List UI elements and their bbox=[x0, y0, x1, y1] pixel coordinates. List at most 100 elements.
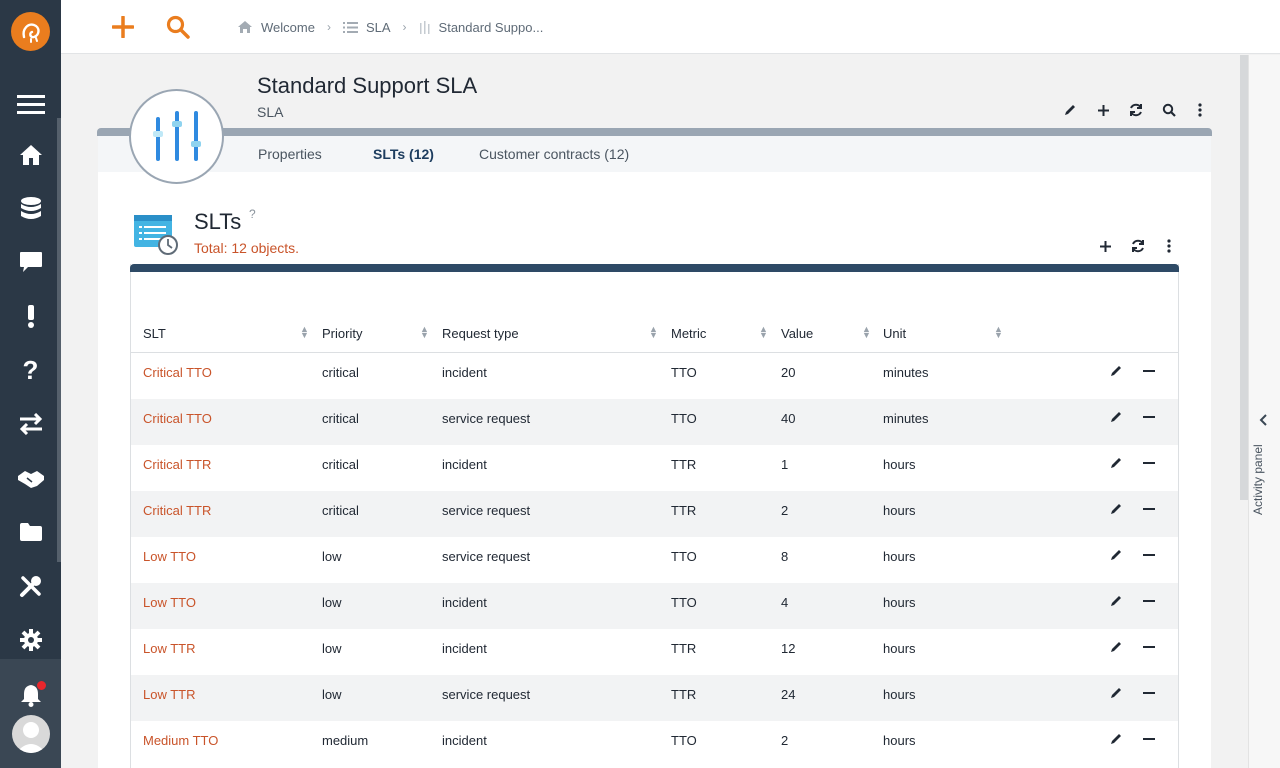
slt-link[interactable]: Low TTR bbox=[143, 641, 196, 656]
settings-icon[interactable] bbox=[0, 620, 61, 660]
tools-icon[interactable] bbox=[0, 566, 61, 606]
sort-icon[interactable]: ▲ ▼ bbox=[649, 325, 658, 340]
global-search-icon[interactable] bbox=[162, 11, 194, 43]
list-more-menu-icon[interactable] bbox=[1157, 234, 1181, 258]
column-header-request-type[interactable]: Request type bbox=[442, 326, 519, 341]
slt-link[interactable]: Low TTR bbox=[143, 687, 196, 702]
chevron-right-icon: › bbox=[326, 20, 331, 34]
priority-cell: low bbox=[322, 595, 342, 610]
value-cell: 20 bbox=[781, 365, 796, 380]
table-row: Low TTO low service request TTO 8 hours bbox=[131, 537, 1178, 583]
metric-cell: TTR bbox=[671, 503, 697, 518]
refresh-icon[interactable] bbox=[1124, 98, 1148, 122]
edit-object-pencil-icon[interactable] bbox=[1058, 98, 1082, 122]
activity-panel[interactable]: Activity panel bbox=[1248, 55, 1280, 768]
transfer-icon[interactable] bbox=[0, 404, 61, 444]
edit-pencil-icon[interactable] bbox=[1109, 594, 1123, 613]
tab-customer-contracts[interactable]: Customer contracts (12) bbox=[479, 146, 629, 162]
sort-icon[interactable]: ▲ ▼ bbox=[759, 325, 768, 340]
remove-minus-icon[interactable] bbox=[1142, 456, 1156, 475]
slt-link[interactable]: Low TTO bbox=[143, 549, 196, 564]
slt-link[interactable]: Critical TTR bbox=[143, 457, 211, 472]
slt-link[interactable]: Critical TTR bbox=[143, 503, 211, 518]
slt-link[interactable]: Critical TTO bbox=[143, 411, 212, 426]
priority-cell: critical bbox=[322, 365, 359, 380]
home-icon[interactable] bbox=[0, 135, 61, 175]
breadcrumb: Welcome › SLA › Standard Suppo... bbox=[237, 18, 543, 36]
metric-cell: TTO bbox=[671, 733, 697, 748]
more-menu-icon[interactable] bbox=[1188, 98, 1212, 122]
metric-cell: TTR bbox=[671, 641, 697, 656]
edit-pencil-icon[interactable] bbox=[1109, 732, 1123, 751]
folder-icon[interactable] bbox=[0, 512, 61, 552]
remove-minus-icon[interactable] bbox=[1142, 686, 1156, 705]
priority-cell: critical bbox=[322, 503, 359, 518]
database-icon[interactable] bbox=[0, 189, 61, 229]
breadcrumb-welcome[interactable]: Welcome bbox=[237, 20, 315, 35]
itop-logo[interactable] bbox=[11, 12, 50, 51]
edit-pencil-icon[interactable] bbox=[1109, 502, 1123, 521]
value-cell: 4 bbox=[781, 595, 789, 610]
new-object-plus-icon[interactable] bbox=[107, 11, 139, 43]
edit-pencil-icon[interactable] bbox=[1109, 456, 1123, 475]
request-type-cell: incident bbox=[442, 457, 487, 472]
remove-minus-icon[interactable] bbox=[1142, 640, 1156, 659]
sliders-icon bbox=[419, 21, 430, 34]
sort-icon[interactable]: ▲ ▼ bbox=[994, 325, 1003, 340]
unit-cell: hours bbox=[883, 687, 916, 702]
handshake-icon[interactable] bbox=[0, 459, 61, 499]
column-header-slt[interactable]: SLT bbox=[143, 326, 166, 341]
sort-icon[interactable]: ▲ ▼ bbox=[862, 325, 871, 340]
content-scrollbar[interactable] bbox=[1240, 55, 1248, 500]
chevron-right-icon: › bbox=[402, 20, 407, 34]
edit-pencil-icon[interactable] bbox=[1109, 364, 1123, 383]
slt-link[interactable]: Low TTO bbox=[143, 595, 196, 610]
remove-minus-icon[interactable] bbox=[1142, 364, 1156, 383]
column-header-metric[interactable]: Metric bbox=[671, 326, 706, 341]
slt-link[interactable]: Critical TTO bbox=[143, 365, 212, 380]
table-row: Critical TTO critical incident TTO 20 mi… bbox=[131, 353, 1178, 399]
sort-icon[interactable]: ▲ ▼ bbox=[300, 325, 309, 340]
alert-icon[interactable] bbox=[0, 296, 61, 336]
remove-minus-icon[interactable] bbox=[1142, 410, 1156, 429]
object-title: Standard Support SLA bbox=[257, 73, 478, 98]
remove-minus-icon[interactable] bbox=[1142, 548, 1156, 567]
unit-cell: hours bbox=[883, 733, 916, 748]
remove-minus-icon[interactable] bbox=[1142, 732, 1156, 751]
edit-pencil-icon[interactable] bbox=[1109, 640, 1123, 659]
help-icon[interactable]: ? bbox=[0, 350, 61, 390]
menu-toggle-icon[interactable] bbox=[0, 84, 61, 124]
breadcrumb-sla[interactable]: SLA bbox=[342, 20, 391, 35]
value-cell: 8 bbox=[781, 549, 789, 564]
request-type-cell: incident bbox=[442, 733, 487, 748]
value-cell: 2 bbox=[781, 503, 789, 518]
help-question-icon[interactable]: ? bbox=[249, 207, 256, 221]
object-class: SLA bbox=[257, 104, 284, 120]
edit-pencil-icon[interactable] bbox=[1109, 548, 1123, 567]
chat-icon[interactable] bbox=[0, 242, 61, 282]
slts-title: SLTs bbox=[194, 209, 242, 234]
column-header-value[interactable]: Value bbox=[781, 326, 813, 341]
priority-cell: low bbox=[322, 687, 342, 702]
slt-link[interactable]: Medium TTO bbox=[143, 733, 218, 748]
column-header-priority[interactable]: Priority bbox=[322, 326, 362, 341]
tab-slts[interactable]: SLTs (12) bbox=[373, 146, 434, 162]
activity-panel-label: Activity panel bbox=[1251, 444, 1265, 515]
remove-minus-icon[interactable] bbox=[1142, 594, 1156, 613]
refresh-list-icon[interactable] bbox=[1126, 234, 1150, 258]
edit-pencil-icon[interactable] bbox=[1109, 686, 1123, 705]
edit-pencil-icon[interactable] bbox=[1109, 410, 1123, 429]
tab-properties[interactable]: Properties bbox=[258, 146, 322, 162]
add-plus-icon[interactable] bbox=[1091, 98, 1115, 122]
unit-cell: hours bbox=[883, 595, 916, 610]
column-header-unit[interactable]: Unit bbox=[883, 326, 906, 341]
sort-icon[interactable]: ▲ ▼ bbox=[420, 325, 429, 340]
notifications-bell-icon[interactable] bbox=[0, 675, 61, 715]
breadcrumb-current[interactable]: Standard Suppo... bbox=[419, 20, 543, 35]
request-type-cell: incident bbox=[442, 595, 487, 610]
add-slt-plus-icon[interactable] bbox=[1093, 234, 1117, 258]
user-avatar[interactable] bbox=[12, 715, 50, 753]
search-icon[interactable] bbox=[1157, 98, 1181, 122]
remove-minus-icon[interactable] bbox=[1142, 502, 1156, 521]
chevron-left-icon[interactable] bbox=[1259, 413, 1269, 431]
